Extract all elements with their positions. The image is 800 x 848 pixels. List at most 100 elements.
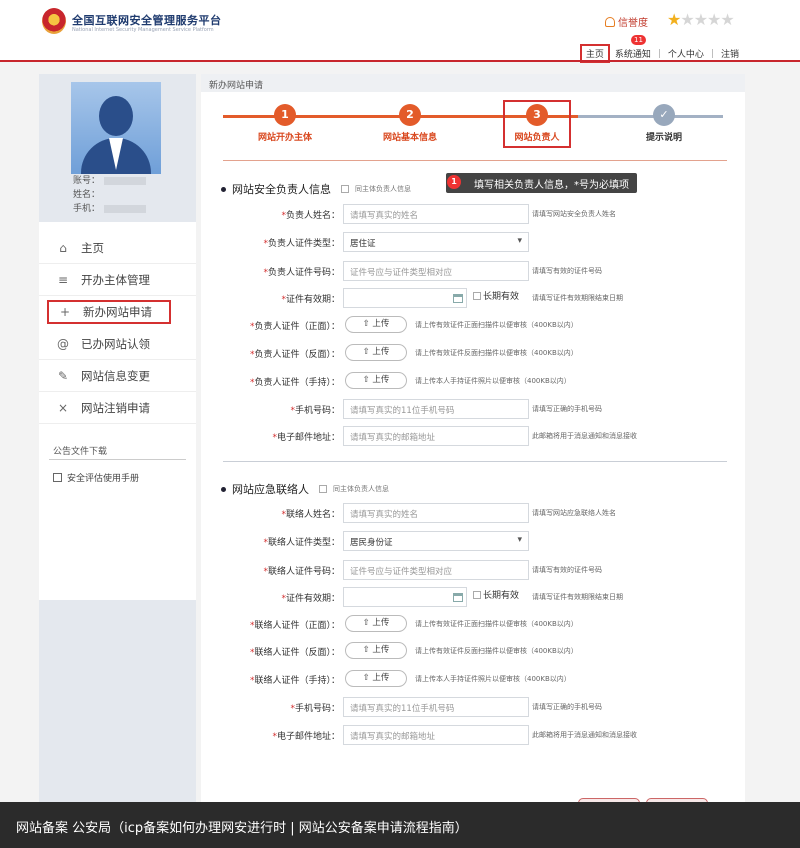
upload-button[interactable]: ⇧ 上传 [345, 670, 407, 687]
name-label: 姓名： [73, 190, 101, 200]
calendar-icon[interactable] [453, 294, 463, 303]
form-row-contact-id-hand: *联络人证件（手持）： ⇧ 上传 请上传本人手持证件照片以便审核（400KB以内… [201, 668, 745, 690]
form-row-contact-email: *电子邮件地址： 请填写真实的邮箱地址 此邮箱将用于消息通知和消息接收 [201, 724, 745, 746]
contact-id-number-input[interactable]: 证件号应与证件类型相对应 [343, 560, 529, 580]
form-row-owner-validity: *证件有效期： 长期有效 请填写证件有效期限结束日期 [201, 287, 745, 309]
rating-stars: ★★★★★ [667, 10, 735, 29]
sidebar-menu: ⌂ 主页 ≡ 开办主体管理 + 新办网站申请 @ 已办网站认领 ✎ 网站信息变更… [39, 232, 196, 424]
upload-button[interactable]: ⇧ 上传 [345, 344, 407, 361]
account-label: 账号： [73, 176, 101, 186]
step-4: ✓ 提示说明 [619, 104, 709, 143]
longterm-checkbox[interactable] [473, 291, 481, 300]
check-icon: ✓ [653, 104, 675, 126]
at-icon: @ [57, 336, 69, 351]
form-row-contact-id-number: *联络人证件号码： 证件号应与证件类型相对应 请填写有效的证件号码 [201, 559, 745, 581]
close-icon: × [57, 400, 69, 415]
sidebar-item-home[interactable]: ⌂ 主页 [39, 232, 196, 264]
form-row-owner-id-hand: *负责人证件（手持）： ⇧ 上传 请上传本人手持证件照片以便审核（400KB以内… [201, 370, 745, 392]
user-icon [605, 16, 615, 27]
owner-id-number-input[interactable]: 证件号应与证件类型相对应 [343, 261, 529, 281]
owner-validity-date-input[interactable] [343, 288, 467, 308]
contact-id-type-select[interactable]: 居民身份证 [343, 531, 529, 551]
tooltip-number: 1 [447, 175, 461, 189]
form-row-contact-name: *联络人姓名： 请填写真实的姓名 请填写网站应急联络人姓名 [201, 502, 745, 524]
page-title: 新办网站申请 [201, 74, 745, 92]
owner-name-input[interactable]: 请填写真实的姓名 [343, 204, 529, 224]
star-icon: ★ [667, 10, 681, 29]
owner-mobile-input[interactable]: 请填写真实的11位手机号码 [343, 399, 529, 419]
form-row-contact-id-front: *联络人证件（正面）： ⇧ 上传 请上传有效证件正面扫描件以便审核（400KB以… [201, 613, 745, 635]
nav-separator: | [657, 48, 661, 59]
list-icon: ≡ [57, 272, 69, 287]
caption-bar: 网站备案 公安局（icp备案如何办理网安进行时 | 网站公安备案申请流程指南） [0, 802, 800, 848]
section-title-emergency-contact: 网站应急联络人 同主体负责人信息 [221, 481, 389, 497]
nav-separator: | [710, 48, 714, 59]
contact-email-input[interactable]: 请填写真实的邮箱地址 [343, 725, 529, 745]
tooltip: 填写相关负责人信息，*号为必填项 [446, 173, 637, 193]
download-icon [53, 473, 62, 482]
nav-notifications[interactable]: 系统通知 [610, 47, 656, 60]
owner-email-input[interactable]: 请填写真实的邮箱地址 [343, 426, 529, 446]
current-step-highlight [503, 100, 571, 148]
avatar [71, 82, 161, 174]
sidebar-item-new-website[interactable]: + 新办网站申请 [47, 300, 171, 324]
police-emblem-logo[interactable] [42, 8, 66, 34]
calendar-icon[interactable] [453, 593, 463, 602]
upload-button[interactable]: ⇧ 上传 [345, 372, 407, 389]
sidebar-item-change-info[interactable]: ✎ 网站信息变更 [39, 360, 196, 392]
header: 全国互联网安全管理服务平台 National Internet Security… [0, 0, 800, 63]
section-title-security-owner: 网站安全负责人信息 同主体负责人信息 [221, 181, 411, 197]
main-panel: 新办网站申请 1 网站开办主体 2 网站基本信息 3 网站负责人 ✓ 提示说明 … [201, 74, 745, 802]
sidebar-item-claim-website[interactable]: @ 已办网站认领 [39, 328, 196, 360]
form-row-contact-id-back: *联络人证件（反面）： ⇧ 上传 请上传有效证件反面扫描件以便审核（400KB以… [201, 640, 745, 662]
divider [49, 459, 186, 460]
sidebar-item-cancel-website[interactable]: × 网站注销申请 [39, 392, 196, 424]
star-icon: ★ [693, 10, 708, 29]
form-row-owner-mobile: *手机号码： 请填写真实的11位手机号码 请填写正确的手机号码 [201, 398, 745, 420]
form-row-owner-id-back: *负责人证件（反面）： ⇧ 上传 请上传有效证件反面扫描件以便审核（400KB以… [201, 342, 745, 364]
header-divider [0, 60, 800, 62]
star-icon: ★ [720, 10, 734, 29]
site-subtitle: National Internet Security Management Se… [72, 27, 214, 33]
form-row-contact-validity: *证件有效期： 长期有效 请填写证件有效期限结束日期 [201, 586, 745, 608]
longterm-checkbox[interactable] [473, 590, 481, 599]
home-icon: ⌂ [59, 240, 67, 255]
step-2: 2 网站基本信息 [365, 104, 455, 143]
sidebar-filler [39, 600, 196, 802]
upload-button[interactable]: ⇧ 上传 [345, 642, 407, 659]
step-1: 1 网站开办主体 [240, 104, 330, 143]
contact-mobile-input[interactable]: 请填写真实的11位手机号码 [343, 697, 529, 717]
star-icon: ★ [707, 10, 721, 29]
profile-card: 账号： 姓名： 手机： [39, 74, 196, 222]
sidebar: 账号： 姓名： 手机： ⌂ 主页 ≡ 开办主体管理 + 新办网站申请 @ 已办网… [39, 74, 196, 802]
phone-label: 手机： [73, 204, 101, 214]
same-as-owner-checkbox[interactable] [319, 485, 327, 493]
owner-id-type-select[interactable]: 居住证 [343, 232, 529, 252]
downloads-title: 公告文件下载 [53, 447, 108, 457]
nav-personal-center[interactable]: 个人中心 [663, 47, 709, 60]
form-row-contact-mobile: *手机号码： 请填写真实的11位手机号码 请填写正确的手机号码 [201, 696, 745, 718]
form-row-owner-id-number: *负责人证件号码： 证件号应与证件类型相对应 请填写有效的证件号码 [201, 260, 745, 282]
divider [223, 461, 727, 462]
sidebar-item-entity-management[interactable]: ≡ 开办主体管理 [39, 264, 196, 296]
credit-label: 信誉度 [618, 18, 648, 29]
site-title[interactable]: 全国互联网安全管理服务平台 [72, 12, 222, 28]
profile-info: 账号： 姓名： 手机： [73, 174, 147, 216]
contact-validity-date-input[interactable] [343, 587, 467, 607]
same-as-owner-checkbox[interactable] [341, 185, 349, 193]
edit-icon: ✎ [57, 368, 69, 383]
nav-logout[interactable]: 注销 [716, 47, 744, 60]
divider [223, 160, 727, 161]
contact-name-input[interactable]: 请填写真实的姓名 [343, 503, 529, 523]
plus-icon: + [59, 305, 71, 319]
form-row-contact-id-type: *联络人证件类型： 居民身份证 [201, 530, 745, 552]
star-icon: ★ [680, 10, 694, 29]
form-row-owner-name: *负责人姓名： 请填写真实的姓名 请填写网站安全负责人姓名 [201, 203, 745, 225]
form-row-owner-email: *电子邮件地址： 请填写真实的邮箱地址 此邮箱将用于消息通知和消息接收 [201, 425, 745, 447]
form-row-owner-id-front: *负责人证件（正面）： ⇧ 上传 请上传有效证件正面扫描件以便审核（400KB以… [201, 314, 745, 336]
upload-button[interactable]: ⇧ 上传 [345, 316, 407, 333]
form-row-owner-id-type: *负责人证件类型： 居住证 [201, 231, 745, 253]
upload-button[interactable]: ⇧ 上传 [345, 615, 407, 632]
credit-rating: 信誉度 [605, 14, 648, 29]
download-manual-link[interactable]: 安全评估使用手册 [53, 471, 139, 484]
